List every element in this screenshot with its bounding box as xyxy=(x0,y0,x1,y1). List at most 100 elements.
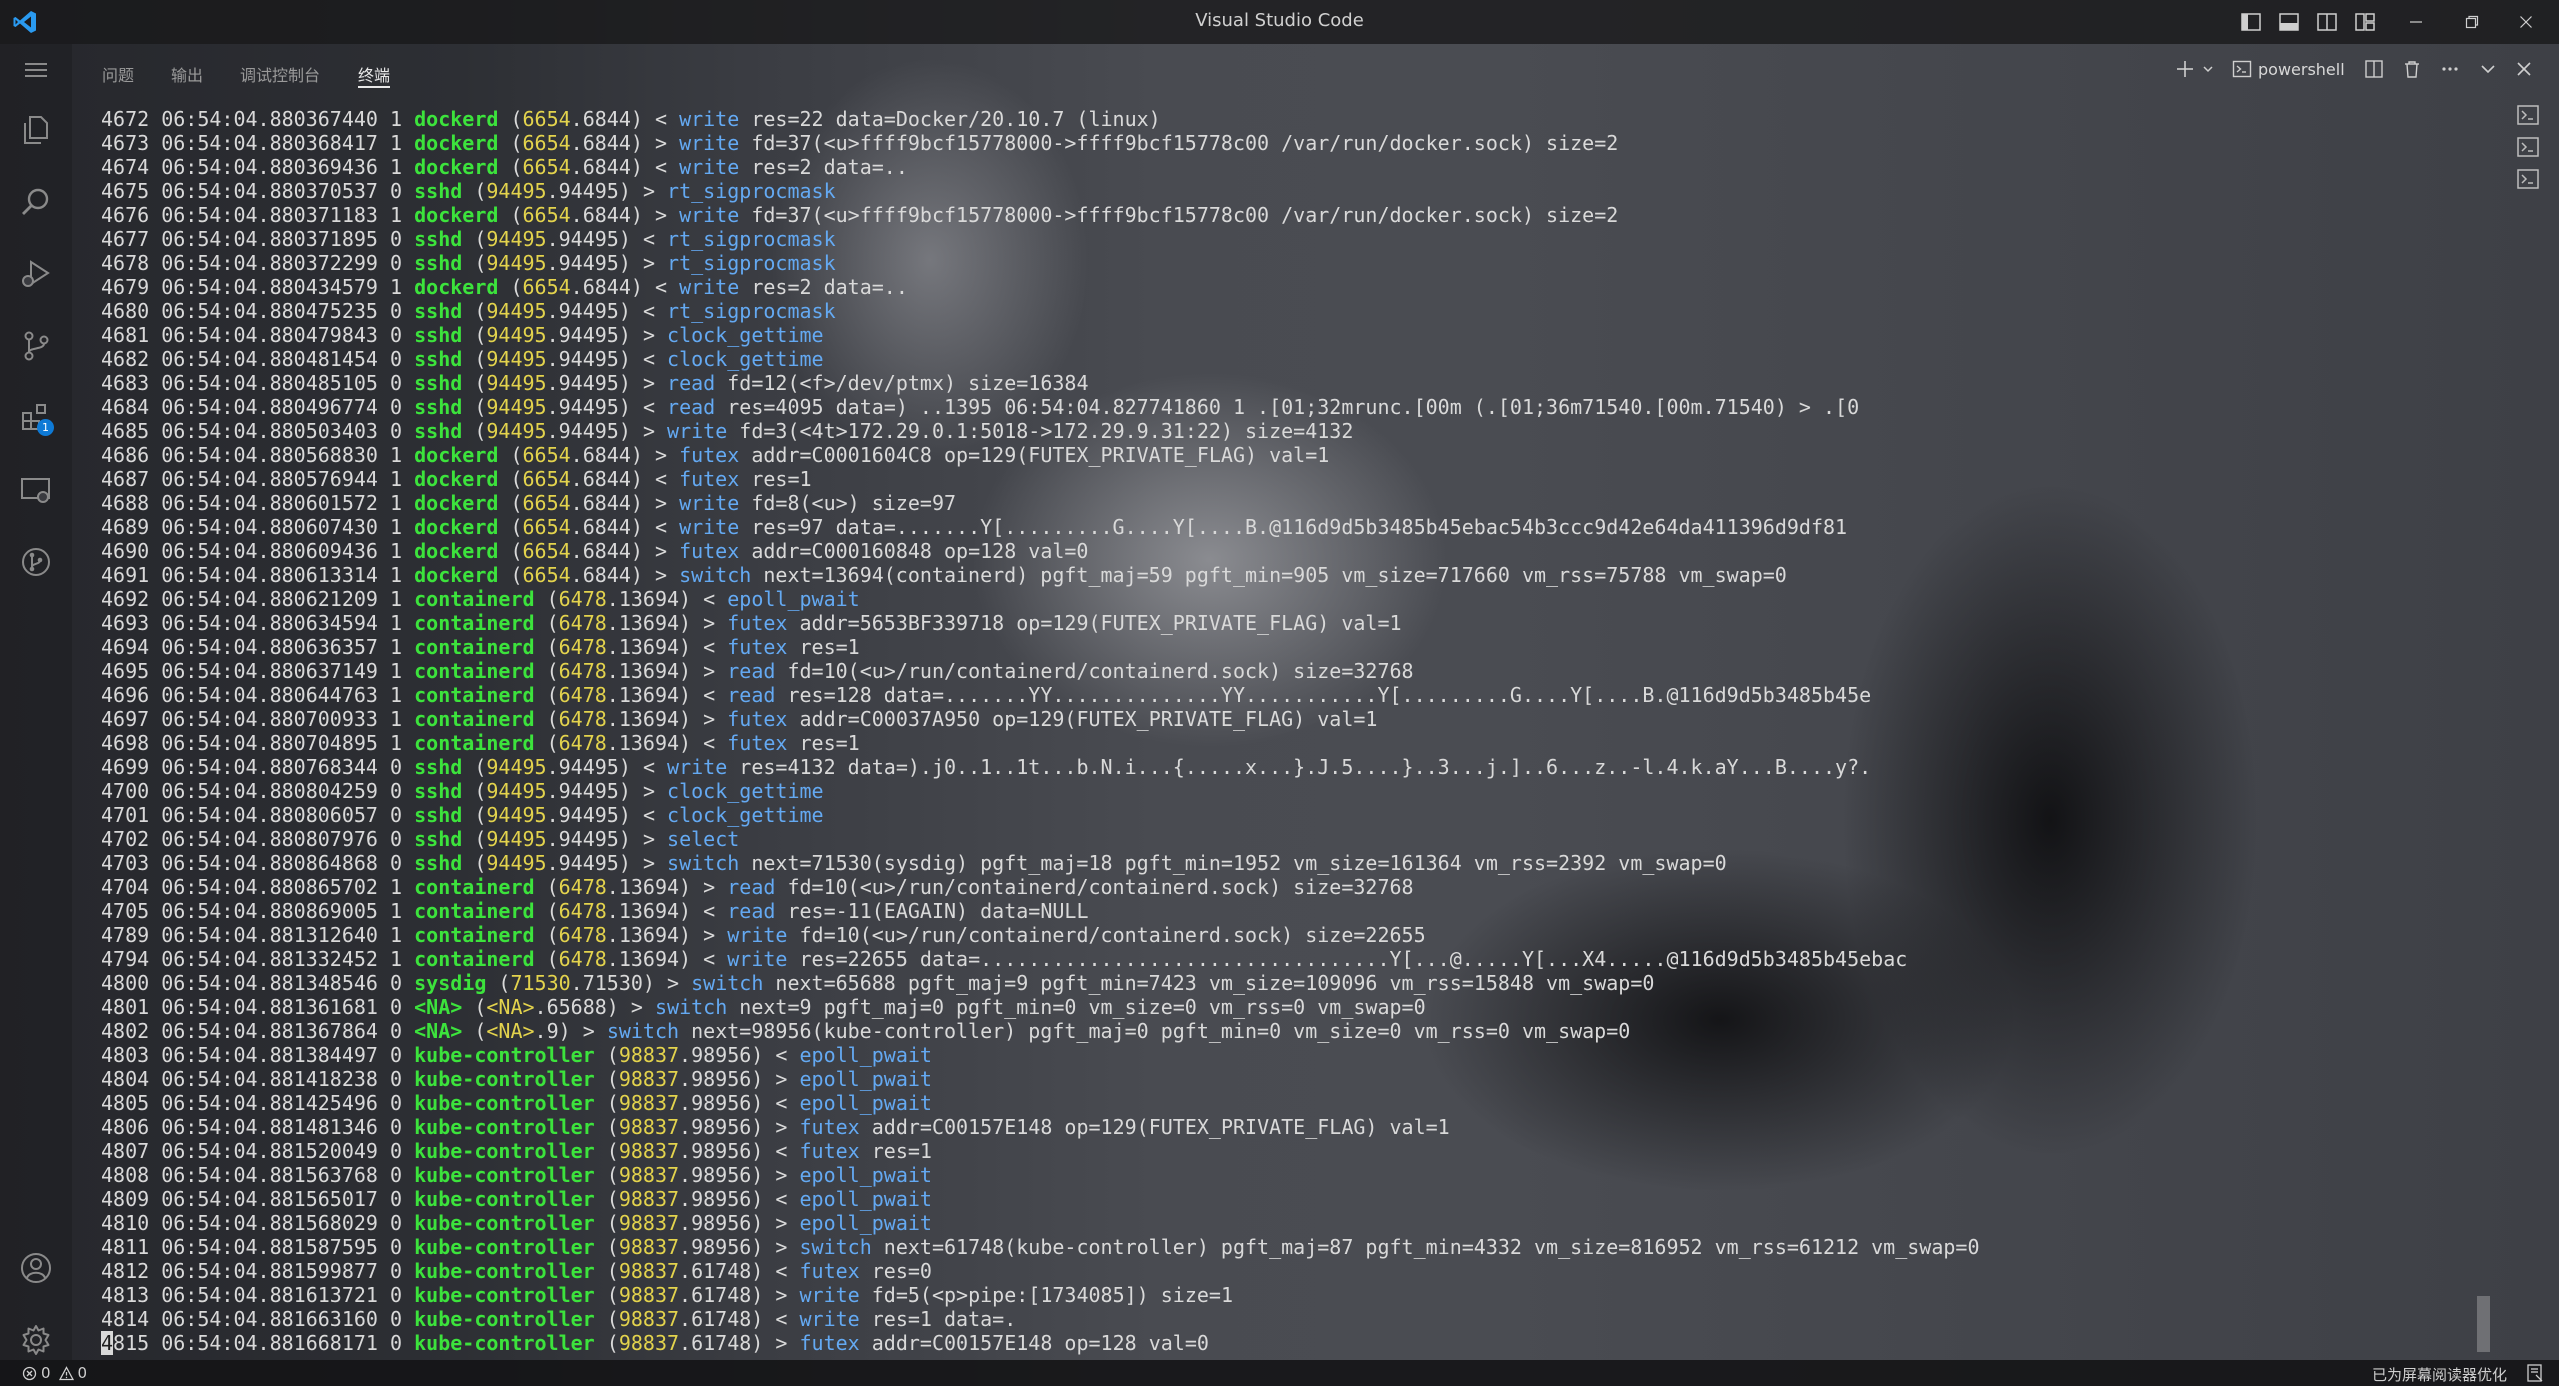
run-debug-icon xyxy=(22,260,50,287)
hamburger-menu-icon xyxy=(25,63,47,77)
minimize-icon xyxy=(2410,21,2422,23)
terminal-line: 4806 06:54:04.881481346 0 kube-controlle… xyxy=(101,1115,1450,1139)
terminal-output[interactable]: 4672 06:54:04.880367440 1 dockerd (6654.… xyxy=(101,107,2481,1357)
status-bar: 0 0 已为屏幕阅读器优化 xyxy=(0,1360,2559,1386)
terminal-line: 4702 06:54:04.880807976 0 sshd (94495.94… xyxy=(101,827,740,851)
terminal-line: 4687 06:54:04.880576944 1 dockerd (6654.… xyxy=(101,467,812,491)
toggle-primary-sidebar-icon[interactable] xyxy=(2240,11,2262,33)
more-actions-button[interactable] xyxy=(2438,56,2462,82)
terminal-line: 4807 06:54:04.881520049 0 kube-controlle… xyxy=(101,1139,932,1163)
terminal-line: 4679 06:54:04.880434579 1 dockerd (6654.… xyxy=(101,275,908,299)
menu-button[interactable] xyxy=(14,48,58,92)
terminal-line: 4680 06:54:04.880475235 0 sshd (94495.94… xyxy=(101,299,836,323)
status-problems[interactable]: 0 0 xyxy=(22,1364,87,1382)
warning-count: 0 xyxy=(77,1364,88,1382)
terminal-line: 4693 06:54:04.880634594 1 containerd (64… xyxy=(101,611,1402,635)
terminal-line: 4804 06:54:04.881418238 0 kube-controlle… xyxy=(101,1067,932,1091)
customize-layout-icon[interactable] xyxy=(2354,11,2376,33)
manage-button[interactable] xyxy=(14,1318,58,1362)
run-debug-button[interactable] xyxy=(14,252,58,296)
explorer-button[interactable] xyxy=(14,108,58,152)
terminal-line: 4813 06:54:04.881613721 0 kube-controlle… xyxy=(101,1283,1233,1307)
terminal-line: 4682 06:54:04.880481454 0 sshd (94495.94… xyxy=(101,347,824,371)
tab-debug-console[interactable]: 调试控制台 xyxy=(240,62,320,88)
terminal-line: 4675 06:54:04.880370537 0 sshd (94495.94… xyxy=(101,179,836,203)
kill-terminal-button[interactable] xyxy=(2400,56,2424,82)
remote-explorer-button[interactable] xyxy=(14,468,58,512)
terminal-line: 4676 06:54:04.880371183 1 dockerd (6654.… xyxy=(101,203,1619,227)
terminal-line: 4698 06:54:04.880704895 1 containerd (64… xyxy=(101,731,860,755)
search-button[interactable] xyxy=(14,180,58,224)
terminal-line: 4808 06:54:04.881563768 0 kube-controlle… xyxy=(101,1163,932,1187)
screen-reader-status[interactable]: 已为屏幕阅读器优化 xyxy=(2372,1364,2507,1385)
terminal-line: 4672 06:54:04.880367440 1 dockerd (6654.… xyxy=(101,107,1161,131)
search-icon xyxy=(22,188,49,215)
account-icon xyxy=(21,1253,51,1283)
files-icon xyxy=(24,116,48,144)
terminal-launch-profile-button[interactable] xyxy=(2200,56,2216,82)
minimize-button[interactable] xyxy=(2396,8,2436,36)
extensions-badge: 1 xyxy=(37,419,54,436)
error-icon xyxy=(22,1366,37,1380)
chevron-down-icon xyxy=(2203,66,2213,73)
terminal-line: 4677 06:54:04.880371895 0 sshd (94495.94… xyxy=(101,227,836,251)
toggle-secondary-sidebar-icon[interactable] xyxy=(2316,11,2338,33)
terminal-icon[interactable] xyxy=(2516,135,2540,159)
terminal-line: 4690 06:54:04.880609436 1 dockerd (6654.… xyxy=(101,539,1089,563)
maximize-panel-button[interactable] xyxy=(2476,56,2500,82)
extensions-button[interactable]: 1 xyxy=(14,396,58,440)
close-icon xyxy=(2517,62,2531,76)
terminal-line: 4700 06:54:04.880804259 0 sshd (94495.94… xyxy=(101,779,824,803)
terminal-line: 4696 06:54:04.880644763 1 containerd (64… xyxy=(101,683,1872,707)
terminal-line: 4685 06:54:04.880503403 0 sshd (94495.94… xyxy=(101,419,1354,443)
tab-output[interactable]: 输出 xyxy=(171,62,203,88)
warning-icon xyxy=(58,1365,74,1380)
feedback-icon[interactable] xyxy=(2525,1363,2545,1383)
terminal-icon[interactable] xyxy=(2516,103,2540,127)
terminal-line: 4695 06:54:04.880637149 1 containerd (64… xyxy=(101,659,1414,683)
terminal-icon xyxy=(2232,60,2252,78)
terminal-line: 4694 06:54:04.880636357 1 containerd (64… xyxy=(101,635,860,659)
terminal-line: 4683 06:54:04.880485105 0 sshd (94495.94… xyxy=(101,371,1089,395)
terminal-line: 4789 06:54:04.881312640 1 containerd (64… xyxy=(101,923,1426,947)
terminal-line: 4801 06:54:04.881361681 0 <NA> (<NA>.656… xyxy=(101,995,1426,1019)
terminal-line: 4805 06:54:04.881425496 0 kube-controlle… xyxy=(101,1091,932,1115)
panel-header: 问题 输出 调试控制台 终端 powershell xyxy=(72,44,2559,100)
new-terminal-button[interactable] xyxy=(2174,56,2196,82)
terminal-line: 4699 06:54:04.880768344 0 sshd (94495.94… xyxy=(101,755,1872,779)
restore-button[interactable] xyxy=(2452,8,2492,36)
accounts-button[interactable] xyxy=(14,1246,58,1290)
chevron-down-icon xyxy=(2481,65,2495,74)
split-terminal-button[interactable] xyxy=(2362,56,2386,82)
git-graph-button[interactable] xyxy=(14,540,58,584)
close-panel-button[interactable] xyxy=(2512,56,2536,82)
terminal-tabs-list xyxy=(2490,100,2559,1360)
plus-icon xyxy=(2177,61,2193,77)
terminal-line: 4705 06:54:04.880869005 1 containerd (64… xyxy=(101,899,1089,923)
terminal-scrollbar-thumb[interactable] xyxy=(2477,1296,2490,1352)
terminal-line: 4794 06:54:04.881332452 1 containerd (64… xyxy=(101,947,1908,971)
tab-problems[interactable]: 问题 xyxy=(102,62,134,88)
activity-bar: 1 xyxy=(0,44,72,1360)
source-control-button[interactable] xyxy=(14,324,58,368)
tab-terminal[interactable]: 终端 xyxy=(358,62,391,88)
window-title: Visual Studio Code xyxy=(1195,10,1364,31)
terminal-line: 4697 06:54:04.880700933 1 containerd (64… xyxy=(101,707,1378,731)
toggle-panel-icon[interactable] xyxy=(2278,11,2300,33)
terminal-line: 4686 06:54:04.880568830 1 dockerd (6654.… xyxy=(101,443,1330,467)
terminal-line: 4691 06:54:04.880613314 1 dockerd (6654.… xyxy=(101,563,1787,587)
trash-icon xyxy=(2405,61,2419,78)
terminal-line: 4678 06:54:04.880372299 0 sshd (94495.94… xyxy=(101,251,836,275)
terminal-line: 4812 06:54:04.881599877 0 kube-controlle… xyxy=(101,1259,932,1283)
close-window-button[interactable] xyxy=(2506,8,2546,36)
gear-icon xyxy=(22,1325,50,1355)
terminal-line: 4704 06:54:04.880865702 1 containerd (64… xyxy=(101,875,1414,899)
terminal-icon[interactable] xyxy=(2516,167,2540,191)
terminal-cursor: 4 xyxy=(101,1331,114,1355)
terminal-line: 4681 06:54:04.880479843 0 sshd (94495.94… xyxy=(101,323,824,347)
terminal-line: 4674 06:54:04.880369436 1 dockerd (6654.… xyxy=(101,155,908,179)
terminal-line-current: 4815 06:54:04.881668171 0 kube-controlle… xyxy=(101,1331,1209,1355)
title-bar: Visual Studio Code xyxy=(0,0,2559,44)
terminal-line: 4673 06:54:04.880368417 1 dockerd (6654.… xyxy=(101,131,1619,155)
error-count: 0 xyxy=(41,1364,51,1382)
